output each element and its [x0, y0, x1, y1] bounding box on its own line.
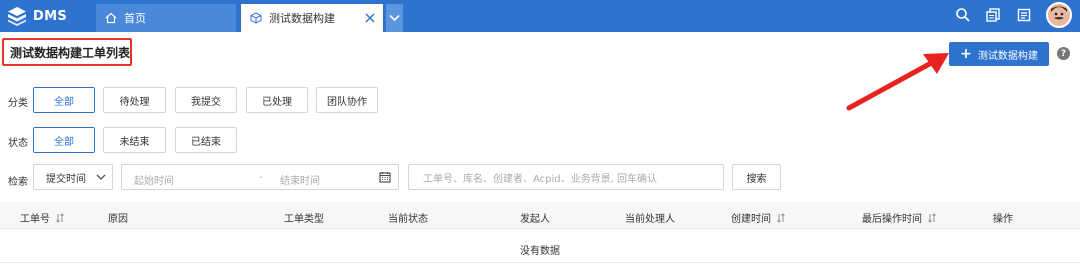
help-icon[interactable]: ?	[1057, 47, 1070, 60]
keyword-search-input[interactable]: 工单号、库名、创建者、Acpid、业务背景, 回车确认	[408, 164, 724, 190]
status-all-button[interactable]: 全部	[33, 127, 95, 153]
app-name: DMS	[33, 8, 67, 24]
column-created-time[interactable]: 创建时间	[731, 210, 785, 225]
range-separator: -	[259, 172, 263, 183]
user-avatar-icon	[1048, 4, 1070, 26]
tab-home[interactable]: 首页	[96, 4, 236, 32]
column-label: 最后操作时间	[862, 214, 922, 225]
column-initiator: 发起人	[520, 214, 550, 225]
empty-state-text: 没有数据	[520, 246, 560, 257]
category-processed-button[interactable]: 已处理	[246, 87, 308, 113]
date-range-picker[interactable]: 起始时间 - 结束时间	[121, 164, 399, 190]
column-label: 工单号	[20, 214, 50, 225]
tabs-dropdown-button[interactable]	[386, 4, 403, 32]
status-open-button[interactable]: 未结束	[103, 127, 166, 153]
tab-test-data-build[interactable]: 测试数据构建	[241, 4, 383, 32]
time-field-select[interactable]: 提交时间	[33, 164, 113, 190]
category-team-button[interactable]: 团队协作	[316, 87, 378, 113]
status-label: 状态	[8, 138, 28, 149]
column-reason: 原因	[108, 214, 128, 225]
sort-icon[interactable]	[56, 212, 64, 223]
column-order-type: 工单类型	[284, 214, 324, 225]
annotation-arrow-icon	[846, 53, 949, 111]
create-button-label: 测试数据构建	[977, 50, 1038, 62]
table-header: 工单号 原因 工单类型 当前状态 发起人 当前处理人 创建时间 最后操作时间 操…	[0, 202, 1080, 229]
search-label: 检索	[8, 177, 28, 188]
home-icon	[104, 11, 118, 25]
close-icon[interactable]	[363, 11, 377, 25]
category-label: 分类	[8, 98, 28, 109]
chevron-down-icon	[389, 14, 400, 22]
copy-icon[interactable]	[984, 6, 1002, 24]
tab-home-label: 首页	[124, 12, 146, 25]
category-pending-button[interactable]: 待处理	[103, 87, 166, 113]
column-label: 创建时间	[731, 214, 771, 225]
end-time-input[interactable]: 结束时间	[280, 172, 320, 187]
plus-icon: +	[960, 46, 972, 62]
time-field-value: 提交时间	[46, 173, 86, 185]
category-submitted-button[interactable]: 我提交	[175, 87, 237, 113]
search-button[interactable]: 搜索	[732, 164, 781, 190]
create-test-data-button[interactable]: + 测试数据构建	[949, 42, 1049, 66]
dms-logo-icon	[8, 7, 26, 26]
column-actions: 操作	[993, 214, 1013, 225]
tab-test-data-build-label: 测试数据构建	[269, 12, 335, 25]
divider	[0, 262, 1080, 263]
calendar-icon[interactable]	[379, 171, 391, 183]
avatar[interactable]	[1046, 2, 1072, 28]
sort-icon[interactable]	[777, 212, 785, 223]
app-logo[interactable]: DMS	[6, 5, 67, 27]
document-icon[interactable]	[1015, 6, 1033, 24]
cube-icon	[249, 11, 263, 25]
sort-icon[interactable]	[928, 212, 936, 223]
search-icon[interactable]	[954, 6, 972, 24]
start-time-input[interactable]: 起始时间	[134, 172, 174, 187]
column-last-operated[interactable]: 最后操作时间	[862, 210, 936, 225]
column-order-id[interactable]: 工单号	[20, 210, 64, 225]
category-all-button[interactable]: 全部	[33, 87, 95, 113]
status-closed-button[interactable]: 已结束	[175, 127, 237, 153]
column-handler: 当前处理人	[625, 214, 675, 225]
column-status: 当前状态	[388, 214, 428, 225]
page-title: 测试数据构建工单列表	[2, 38, 132, 66]
chevron-down-icon	[96, 174, 106, 180]
top-nav-bar: DMS 首页 测试数据构建	[0, 0, 1080, 32]
